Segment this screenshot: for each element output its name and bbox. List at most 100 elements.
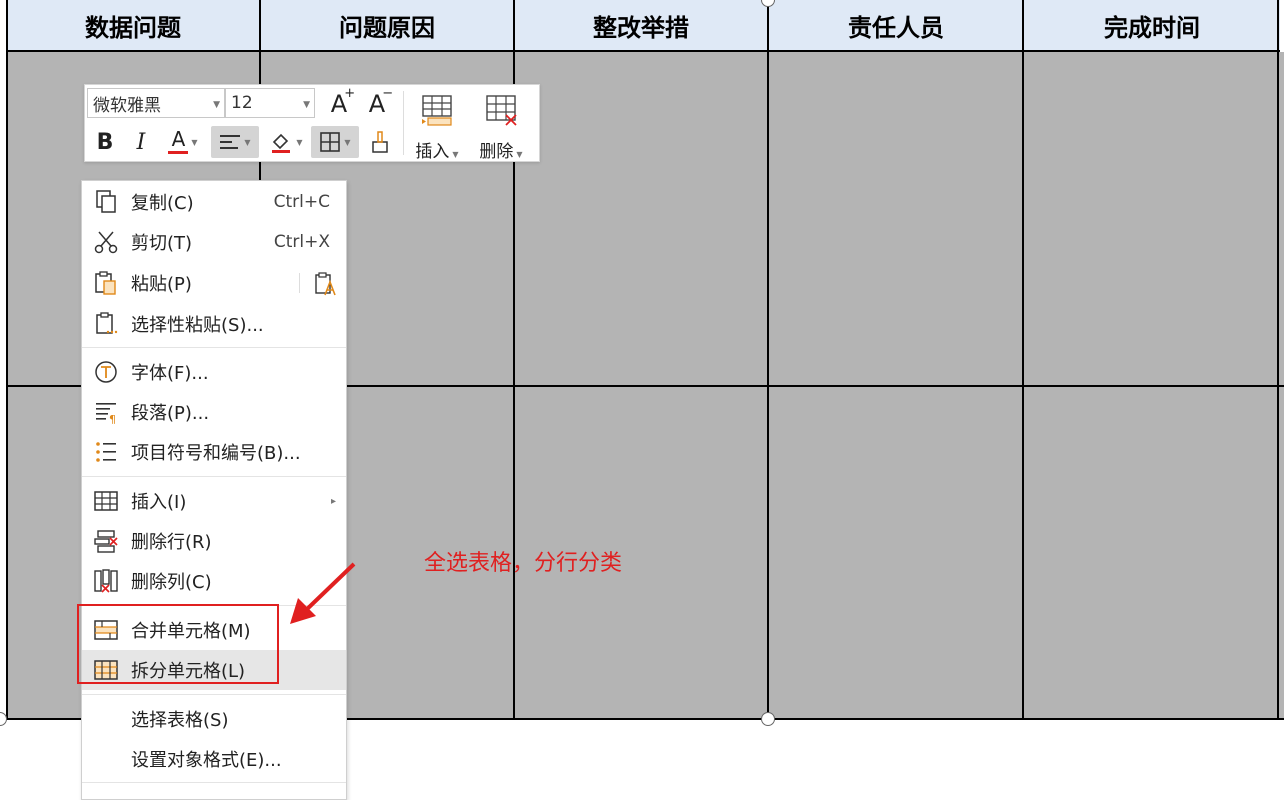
table-insert-icon (94, 491, 118, 511)
menu-label: 复制(C) (131, 193, 194, 214)
delete-table-icon (486, 95, 517, 126)
menu-label: 字体(F)... (131, 363, 209, 384)
menu-shortcut: Ctrl+X (273, 232, 330, 252)
insert-table-button[interactable]: 插入 ▼ (411, 91, 463, 162)
menu-label: 项目符号和编号(B)... (131, 443, 301, 464)
menu-item-object-format[interactable]: 设置对象格式(E)... (82, 739, 346, 779)
paint-bucket-icon (272, 133, 291, 153)
context-menu: 复制(C) Ctrl+C 剪切(T) Ctrl+X 粘贴(P) 选择性粘贴(S)… (81, 180, 347, 800)
font-name-value: 微软雅黑 (93, 95, 161, 116)
delete-column-icon (94, 569, 118, 593)
menu-item-bullets-numbering[interactable]: 项目符号和编号(B)... (82, 432, 346, 472)
format-painter-button[interactable] (365, 126, 395, 158)
header-cell-responsible[interactable]: 责任人员 (768, 0, 1024, 52)
menu-item-font[interactable]: 字体(F)... (82, 352, 346, 392)
paste-text-only-icon[interactable] (314, 272, 338, 296)
italic-icon: I (136, 129, 146, 155)
menu-label: 设置对象格式(E)... (131, 750, 282, 771)
font-size-select[interactable]: 12 ▼ (225, 88, 315, 118)
table-border (6, 0, 8, 720)
paragraph-icon: ¶ (96, 403, 116, 424)
header-cell-issue-cause[interactable]: 问题原因 (260, 0, 514, 52)
font-size-value: 12 (231, 93, 253, 113)
header-text: 责任人员 (848, 13, 944, 42)
copy-icon (96, 190, 116, 213)
menu-label: 删除行(R) (131, 532, 212, 553)
menu-label: 选择性粘贴(S)... (131, 315, 264, 336)
menu-item-paste-special[interactable]: 选择性粘贴(S)... (82, 304, 346, 344)
header-cell-data-issue[interactable]: 数据问题 (6, 0, 260, 52)
font-color-button[interactable]: A ▼ (161, 126, 205, 158)
font-icon (95, 361, 117, 383)
delete-table-button[interactable]: 删除 ▼ (475, 91, 527, 162)
header-text: 完成时间 (1104, 13, 1200, 42)
menu-label: 剪切(T) (131, 233, 193, 254)
header-text: 数据问题 (85, 13, 181, 42)
header-cell-rectification[interactable]: 整改举措 (514, 0, 768, 52)
delete-label: 删除 (479, 142, 514, 162)
menu-separator (82, 476, 346, 477)
header-cell-completion-time[interactable]: 完成时间 (1024, 0, 1280, 52)
table-border (1022, 0, 1024, 720)
menu-item-select-table[interactable]: 选择表格(S) (82, 699, 346, 739)
annotation-note: 全选表格，分行分类 (424, 551, 623, 576)
table-border-icon (320, 132, 341, 152)
menu-item-insert[interactable]: 插入(I) ▸ (82, 481, 346, 521)
chevron-down-icon: ▼ (244, 137, 251, 147)
menu-label: 段落(P)... (131, 403, 210, 424)
grow-font-button[interactable]: A + (323, 86, 356, 120)
bold-button[interactable]: B (89, 126, 121, 158)
floating-mini-toolbar: 微软雅黑 ▼ 12 ▼ A + A − B I A ▼ ▼ ▼ ▼ 插入 ▼ 删… (84, 84, 540, 162)
align-left-icon (220, 135, 241, 149)
chevron-down-icon: ▼ (191, 137, 198, 147)
chevron-down-icon: ▼ (452, 150, 459, 159)
svg-text:¶: ¶ (109, 413, 116, 424)
borders-button[interactable]: ▼ (311, 126, 359, 158)
fill-color-button[interactable]: ▼ (265, 126, 307, 158)
chevron-down-icon: ▼ (344, 137, 351, 147)
annotation-arrow-icon (290, 562, 356, 624)
paste-special-icon (96, 312, 118, 334)
menu-item-paste[interactable]: 粘贴(P) (82, 263, 346, 303)
menu-item-cut[interactable]: 剪切(T) Ctrl+X (82, 222, 346, 262)
italic-button[interactable]: I (125, 126, 157, 158)
highlight-box (77, 604, 279, 684)
menu-label: 粘贴(P) (131, 274, 192, 295)
delete-row-icon (94, 530, 118, 553)
menu-label: 插入(I) (131, 492, 187, 513)
menu-separator (82, 347, 346, 348)
menu-shortcut: Ctrl+C (273, 192, 330, 212)
scissors-icon (94, 231, 118, 254)
insert-label: 插入 (415, 142, 450, 162)
chevron-down-icon: ▼ (296, 137, 303, 147)
menu-separator (82, 694, 346, 695)
header-text: 问题原因 (339, 13, 435, 42)
format-painter-icon (372, 131, 388, 153)
menu-item-delete-row[interactable]: 删除行(R) (82, 521, 346, 561)
chevron-down-icon: ▼ (516, 150, 523, 159)
font-color-icon: A (168, 129, 189, 154)
menu-item-paragraph[interactable]: ¶ 段落(P)... (82, 392, 346, 432)
insert-rows-icon (422, 95, 452, 126)
chevron-down-icon: ▼ (303, 100, 310, 110)
bold-icon: B (96, 129, 114, 155)
grow-font-icon: A + (330, 86, 356, 118)
toolbar-separator (403, 91, 404, 155)
table-border (767, 0, 769, 720)
font-name-select[interactable]: 微软雅黑 ▼ (87, 88, 225, 118)
menu-separator (82, 782, 346, 783)
table-border (1277, 0, 1279, 720)
shrink-font-button[interactable]: A − (361, 86, 394, 120)
chevron-down-icon: ▼ (213, 100, 220, 110)
submenu-arrow-icon: ▸ (330, 495, 336, 507)
menu-item-copy[interactable]: 复制(C) Ctrl+C (82, 182, 346, 222)
menu-label: 选择表格(S) (131, 710, 229, 731)
paste-icon (95, 271, 116, 295)
menu-label: 删除列(C) (131, 572, 212, 593)
shrink-font-icon: A − (368, 86, 394, 118)
menu-divider (299, 273, 300, 293)
align-button[interactable]: ▼ (211, 126, 259, 158)
header-text: 整改举措 (593, 13, 689, 42)
table-resize-handle[interactable] (761, 712, 775, 726)
bullet-list-icon (96, 442, 116, 462)
